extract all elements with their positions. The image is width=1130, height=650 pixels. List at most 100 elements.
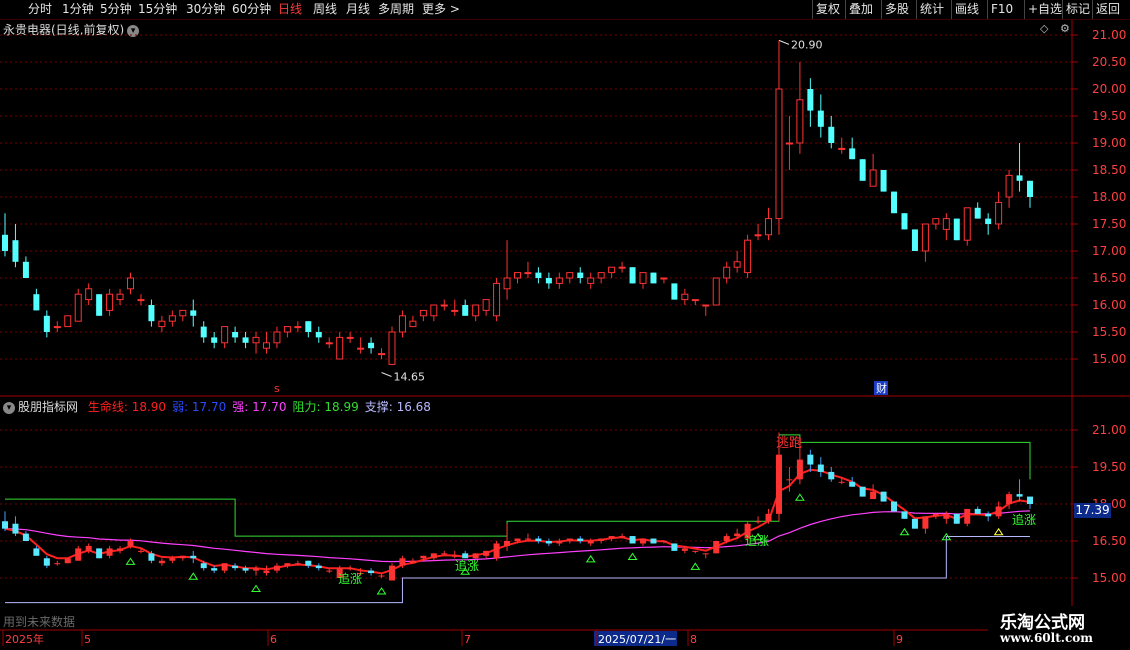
indicator-candle-body <box>504 541 511 546</box>
price-chart: 21.00 20.50 20.00 19.50 19.00 18.50 18.00 17.50… <box>0 20 1130 646</box>
indicator-tick-label: 15.00 <box>1092 571 1126 585</box>
candle-body <box>995 201 1003 225</box>
candle-body <box>723 266 731 279</box>
indicator-candle-body <box>807 454 814 465</box>
indicator-candle-body <box>608 536 615 539</box>
indicator-candle-body <box>54 563 61 565</box>
indicator-candle-body <box>629 536 636 544</box>
candle-body <box>211 337 218 343</box>
indicator-candle-body <box>524 538 531 540</box>
candle-body <box>242 337 249 343</box>
price-tick-label: 16.50 <box>1092 271 1126 285</box>
candle-body <box>419 309 427 317</box>
candle-body <box>587 277 595 284</box>
indicator-title: ▾ 股朋指标网 生命线: 18.90 弱: 17.70 强: 17.70 阻力: 18.… <box>3 398 437 415</box>
price-tick-label: 18.00 <box>1092 190 1126 204</box>
indicator-candle-body <box>671 543 678 551</box>
indicator-candle-body <box>577 538 584 541</box>
signal-triangle <box>585 555 596 563</box>
candle-body <box>451 309 459 312</box>
indicator-candle-body <box>232 565 239 569</box>
candle-body <box>472 304 480 317</box>
indicator-candle-body <box>85 545 92 551</box>
indicator-candle-body <box>660 541 667 542</box>
indicator-candle-body <box>713 541 720 554</box>
candle-body <box>932 218 940 225</box>
candle-body <box>283 326 291 333</box>
indicator-candle-body <box>681 548 688 551</box>
candle-body <box>577 272 584 278</box>
indicator-candle-body <box>692 550 699 552</box>
indicator-candle-body <box>22 533 29 541</box>
date-axis: 2025年 5 6 7 2025/07/21/一 8 9 <box>2 630 903 646</box>
candle-body <box>775 88 783 220</box>
high-marker-line <box>778 39 790 45</box>
indicator-candle-body <box>451 555 458 557</box>
price-tick-label: 20.50 <box>1092 55 1126 69</box>
main-annotations: 20.90 14.65 s 财 <box>274 38 888 395</box>
signal-triangle <box>376 587 387 595</box>
indicator-candle-body <box>985 513 992 517</box>
price-tick-label: 15.50 <box>1092 325 1126 339</box>
candle-body <box>252 336 260 344</box>
price-tick-label: 15.00 <box>1092 352 1126 366</box>
indicator-candle-body <box>430 553 437 559</box>
candle-body <box>712 277 720 306</box>
candle-body <box>440 304 448 307</box>
indicator-candle-body <box>932 513 939 517</box>
candle-body <box>2 234 8 251</box>
signal-triangle <box>690 562 701 570</box>
candle-body <box>566 272 574 279</box>
candle-body <box>148 305 155 322</box>
signal-triangle <box>188 572 199 580</box>
candle-body <box>901 213 908 230</box>
indicator-candle-body <box>901 511 908 519</box>
indicator-candle-body <box>911 518 918 529</box>
candle-body <box>691 299 699 302</box>
candle-body <box>660 277 668 280</box>
indicator-name: 股朋指标网 <box>18 400 79 414</box>
high-price-label: 20.90 <box>791 38 823 51</box>
indicator-candle-body <box>64 558 71 564</box>
indicator-candle-body <box>786 479 793 481</box>
indicator-candle-body <box>169 558 176 561</box>
indicator-tick-label: 21.00 <box>1092 423 1126 437</box>
indicator-candle-body <box>200 563 207 569</box>
candle-body <box>64 315 72 328</box>
price-tick-label: 21.00 <box>1092 28 1126 42</box>
candle-body <box>891 191 898 214</box>
indicator-candle-body <box>566 538 573 541</box>
signal-escape: 逃跑 <box>776 436 802 451</box>
candle-body <box>859 159 866 181</box>
candle-body <box>503 277 511 290</box>
candle-body <box>493 282 501 317</box>
indicator-lines <box>4 434 1031 604</box>
signal-triangle <box>794 493 805 501</box>
candle-body <box>127 277 135 290</box>
candle-body <box>828 126 835 143</box>
indicator-candle-body <box>96 548 103 559</box>
indicator-candle-body <box>409 560 416 564</box>
indicator-dropdown-icon[interactable]: ▾ <box>3 401 15 414</box>
candle-body <box>336 336 344 360</box>
indicator-param-1: 弱: 17.70 <box>172 400 227 414</box>
candle-body <box>346 336 354 339</box>
candle-body <box>462 305 469 316</box>
indicator-candle-body <box>650 538 657 544</box>
candle-body <box>921 223 929 252</box>
price-tick-label: 19.50 <box>1092 109 1126 123</box>
date-label: 7 <box>464 633 471 646</box>
indicator-candle-body <box>33 548 40 556</box>
indicator-candle-body <box>127 541 134 546</box>
indicator-candle-body <box>995 506 1002 517</box>
support-line <box>5 536 1030 604</box>
indicator-candle-body <box>12 523 19 534</box>
candle-body <box>273 331 281 344</box>
candle-body <box>74 293 82 322</box>
signal-triangle <box>125 557 136 565</box>
indicator-candle-body <box>483 550 490 556</box>
indicator-candle-body <box>43 558 50 566</box>
candle-body <box>158 320 166 328</box>
candle-body <box>33 294 40 311</box>
indicator-candle-body <box>190 555 197 559</box>
